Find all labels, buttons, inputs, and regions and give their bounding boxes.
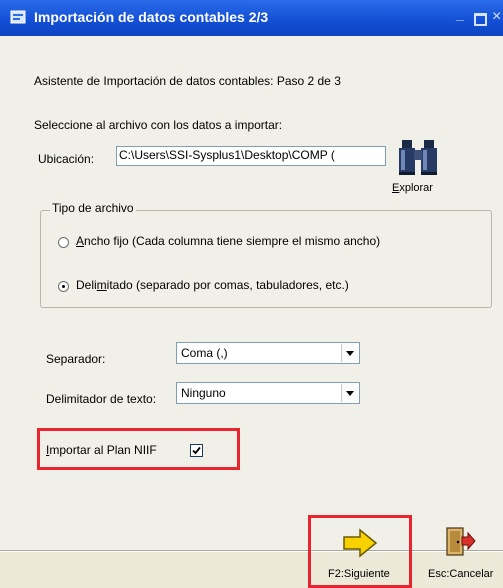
delimited-label-rest: itado (separado por comas, tabuladores, … [106, 278, 349, 292]
binoculars-icon [399, 140, 437, 175]
minimize-button[interactable]: _ [456, 6, 468, 24]
next-highlight-box [308, 515, 412, 588]
radio-fixed-width[interactable] [58, 237, 69, 248]
fixed-width-mnemonic: A [76, 234, 85, 248]
instruction-text: Seleccione al archivo con los datos a im… [34, 118, 283, 132]
cancel-button-label: Esc:Cancelar [428, 568, 494, 580]
location-label: Ubicación: [38, 152, 95, 166]
browse-label-rest: xplorar [399, 182, 433, 194]
fixed-width-label-rest: ncho fijo (Cada columna tiene siempre el… [84, 234, 381, 248]
title-bar: Importación de datos contables 2/3 _ × [0, 0, 503, 36]
cancel-button[interactable]: Esc:Cancelar [420, 520, 503, 588]
window-title: Importación de datos contables 2/3 [34, 9, 269, 25]
text-delimiter-value: Ninguno [181, 386, 226, 400]
minimize-icon: _ [456, 6, 464, 22]
browse-label[interactable]: Explorar [392, 182, 433, 194]
step-text: Asistente de Importación de datos contab… [34, 74, 341, 88]
niif-highlight-box [37, 428, 240, 470]
file-type-group-title: Tipo de archivo [50, 201, 136, 215]
text-delimiter-label: Delimitador de texto: [46, 392, 157, 406]
file-type-group [40, 210, 492, 308]
radio-fixed-width-label[interactable]: Ancho fijo (Cada columna tiene siempre e… [76, 234, 380, 248]
location-input[interactable]: C:\Users\SSI-Sysplus1\Desktop\COMP ( [116, 146, 386, 166]
text-delimiter-select[interactable]: Ninguno [176, 382, 360, 404]
separator-value: Coma (,) [181, 346, 228, 360]
radio-delimited[interactable] [58, 281, 69, 292]
separator-label: Separador: [46, 352, 106, 366]
exit-door-icon [446, 527, 476, 556]
maximize-button[interactable] [474, 13, 487, 26]
delimited-label-prefix: Deli [76, 278, 97, 292]
separator-select[interactable]: Coma (,) [176, 342, 360, 364]
delimited-mnemonic: m [96, 278, 107, 292]
chevron-down-icon[interactable] [341, 344, 358, 362]
close-button[interactable]: × [492, 8, 501, 26]
radio-delimited-label[interactable]: Delimitado (separado por comas, tabulado… [76, 278, 349, 292]
app-icon [10, 10, 26, 24]
chevron-down-icon[interactable] [341, 384, 358, 402]
